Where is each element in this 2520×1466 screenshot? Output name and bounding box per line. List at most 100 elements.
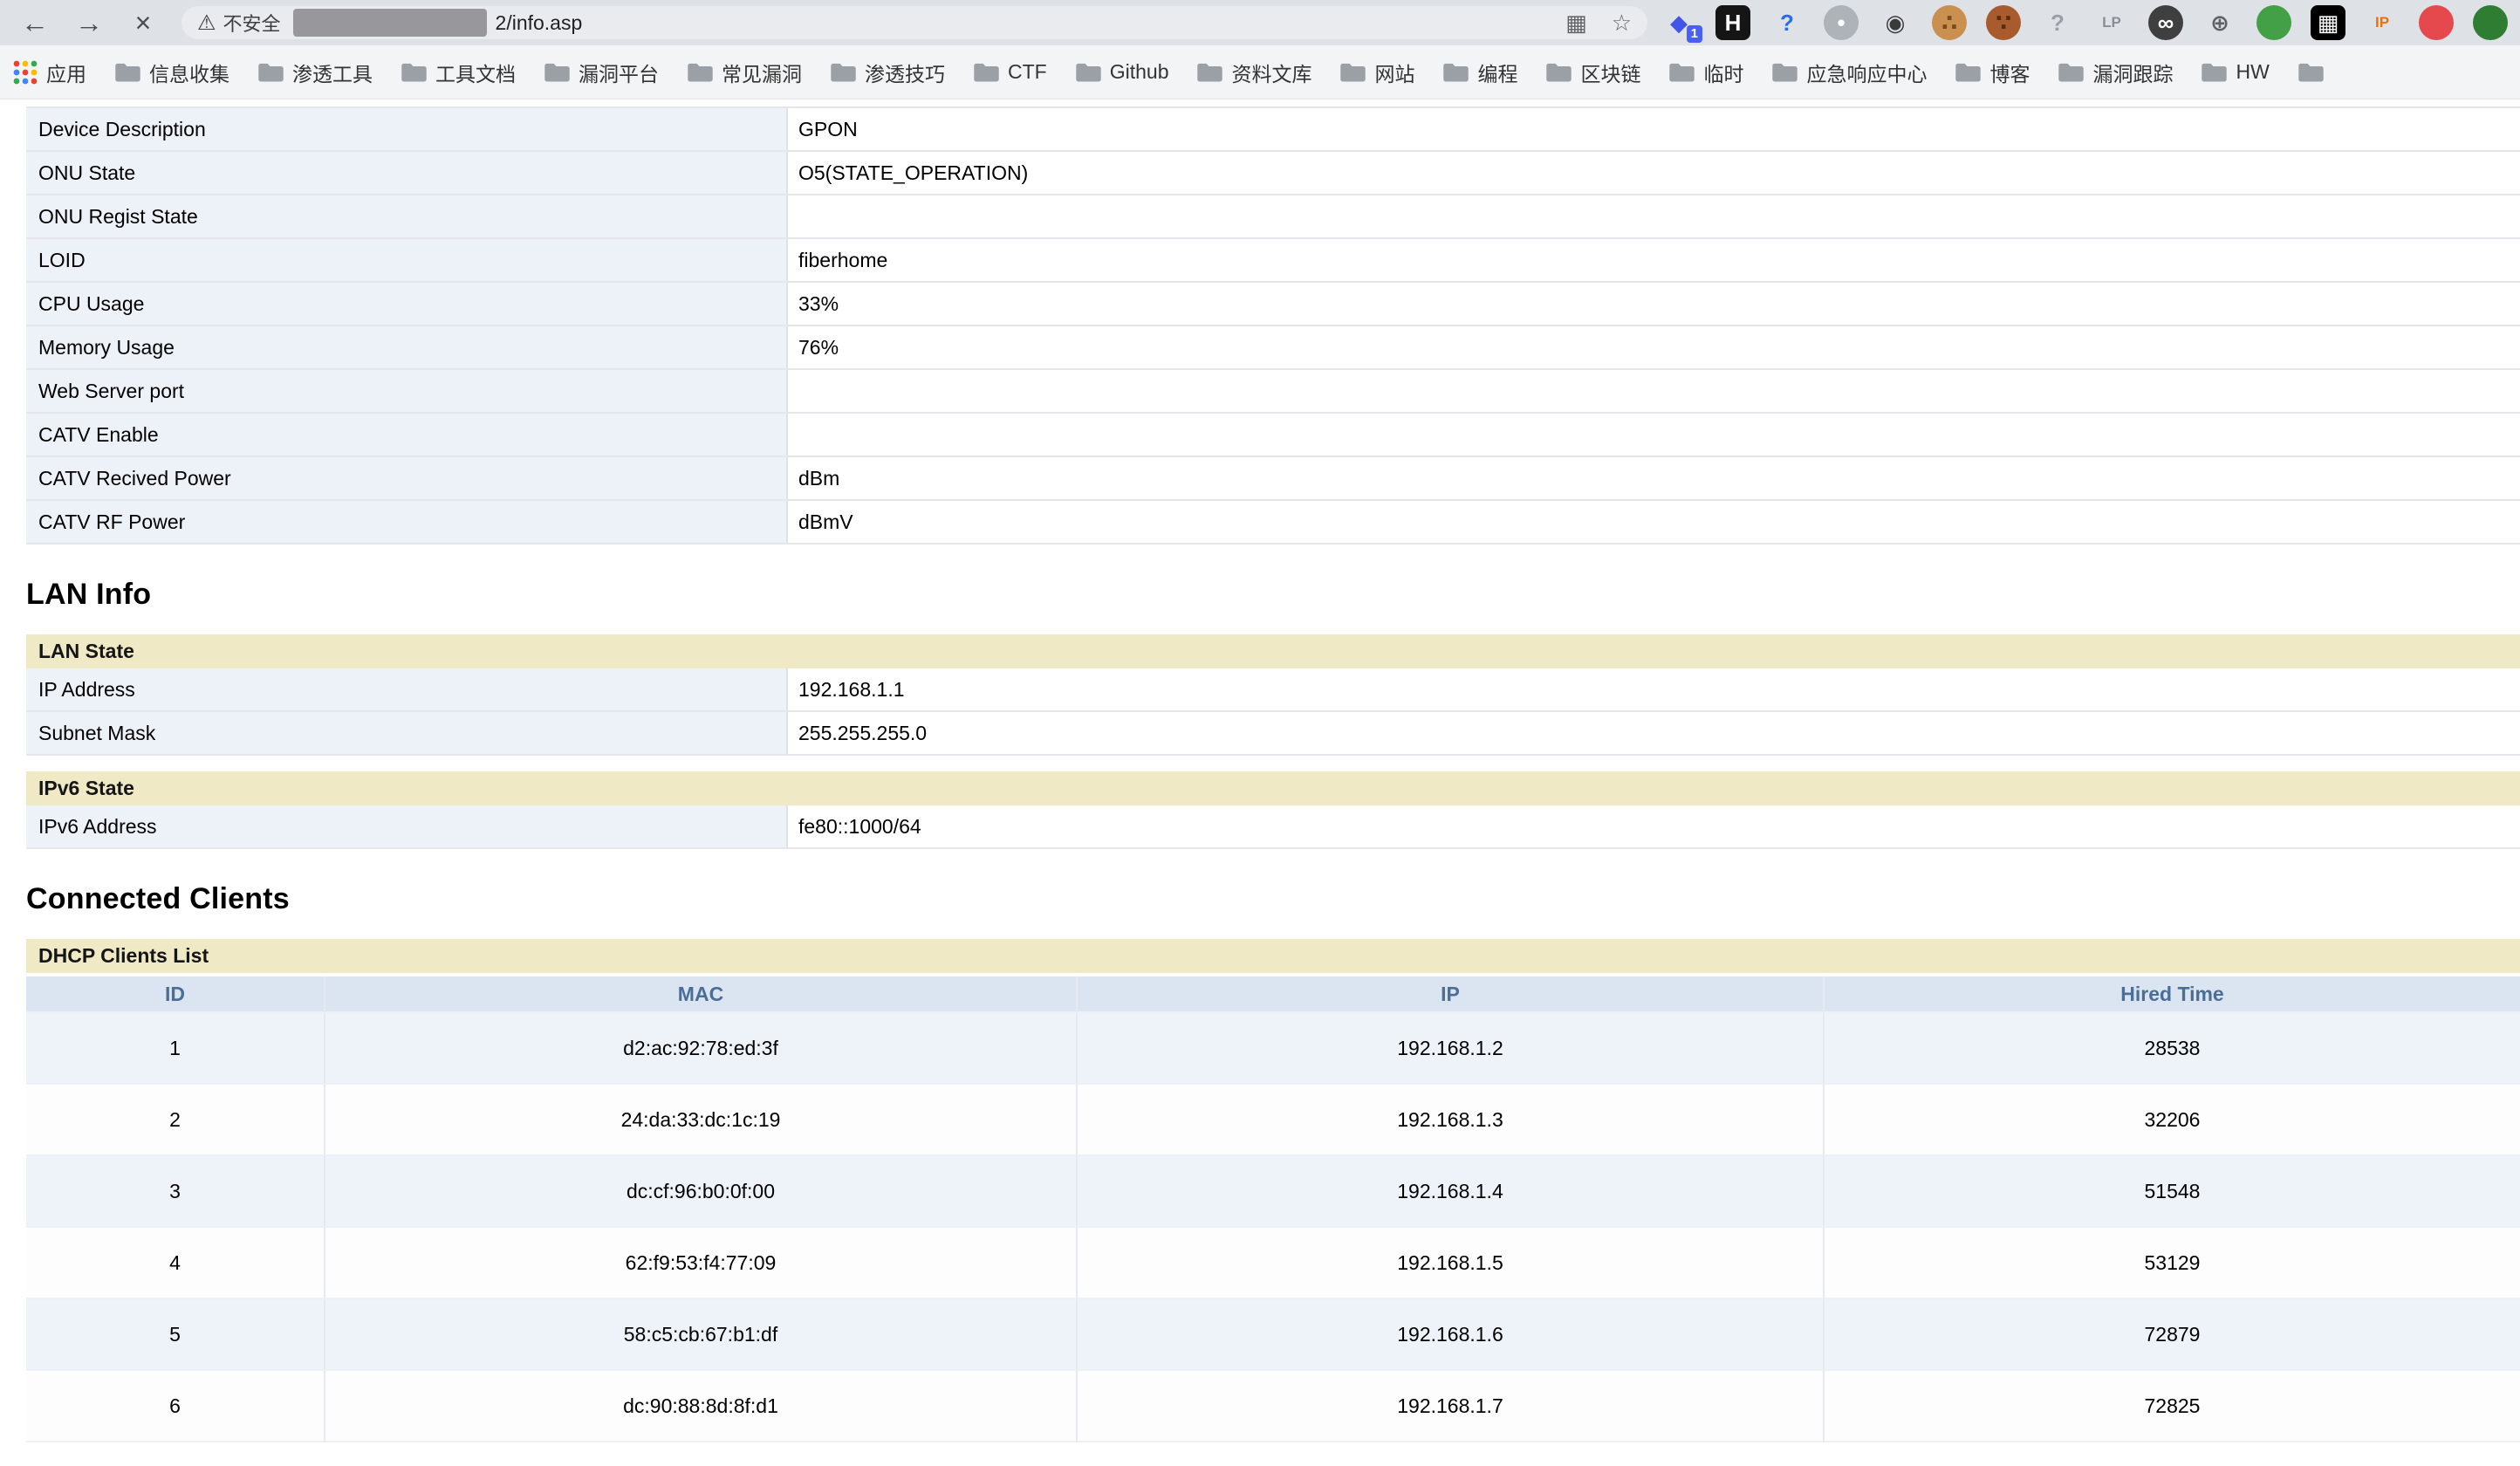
bookmark-label: 应用 [46,58,86,87]
lastpass-extension-icon[interactable]: LP [2094,5,2129,40]
bookmarks-bar-items: 应用信息收集渗透工具工具文档 漏洞平台常见漏洞渗透技巧 CTF Github 资料文库 网… [0,45,2520,99]
extension-glyph: ▦ [2318,10,2339,37]
dhcp-cell: 72825 [1825,1371,2520,1442]
info-row-label: Memory Usage [26,326,788,368]
forward-button[interactable]: → [65,0,113,45]
bookmark-folder-6[interactable]: 渗透技巧 [830,58,945,87]
extension-glyph: ⊕ [2210,10,2229,37]
bookmark-folder-16[interactable]: 漏洞跟踪 [2058,58,2173,87]
dhcp-table: IDMACIPHired Time 1d2:ac:92:78:ed:3f192.… [26,976,2520,1442]
bookmark-folder-8[interactable]: Github [1075,60,1169,84]
bookmark-label: 应急响应中心 [1806,58,1927,87]
bookmark-folder-4[interactable]: 漏洞平台 [544,58,659,87]
record-red-extension-icon[interactable] [2419,5,2454,40]
bookmark-apps[interactable]: 应用 [12,58,86,87]
back-button[interactable]: ← [10,0,59,45]
info-row: CATV Enable [26,414,2520,457]
dhcp-cell: 53129 [1825,1228,2520,1299]
lan-table: IP Address192.168.1.1Subnet Mask255.255.… [26,668,2520,756]
bookmark-folder-3[interactable]: 工具文档 [401,58,516,87]
globe-extension-icon[interactable]: ⊕ [2202,5,2237,40]
extension-glyph: ∵ [1996,10,2011,37]
extensions-area: ◆1 H? • ◉ ∴ ∵? LP ∞ ⊕ ▦ IP [1661,5,2508,40]
connected-clients-heading: Connected Clients [26,882,2520,916]
extension-glyph: • [1837,10,1845,37]
device-info-table: Device DescriptionGPONONU StateO5(STATE_… [26,106,2520,545]
bookmark-folder-12[interactable]: 区块链 [1545,58,1640,87]
folder-icon [1955,61,1982,83]
bookmark-folder-2[interactable]: 渗透工具 [257,58,373,87]
bookmark-folder-1[interactable]: 信息收集 [114,58,229,87]
info-row-value: 192.168.1.1 [788,668,2520,710]
dhcp-cell: d2:ac:92:78:ed:3f [325,1013,1078,1085]
cookie-editor-extension-icon[interactable]: ∵ [1986,5,2021,40]
bookmark-folder-10[interactable]: 网站 [1339,58,1414,87]
help-gray-extension-icon[interactable]: ? [2040,5,2075,40]
folder-icon [2297,61,2325,83]
info-row: Memory Usage76% [26,326,2520,370]
bookmark-label: 网站 [1374,58,1414,87]
bookmark-folder-7[interactable]: CTF [973,60,1047,84]
folder-icon [2201,61,2228,83]
bookmark-label: 编程 [1477,58,1517,87]
info-row-label: CATV RF Power [26,501,788,543]
folder-icon [1442,61,1469,83]
dhcp-cell: 32206 [1825,1085,2520,1156]
proxy-goggles-extension-icon[interactable]: ∞ [2148,5,2183,40]
ring-extension-icon[interactable]: ◉ [1878,5,1913,40]
info-row: ONU Regist State [26,195,2520,239]
qr-grid-icon[interactable]: ▦ [1565,10,1587,37]
hackbar-extension-icon[interactable]: H [1715,5,1750,40]
dhcp-header-cell: ID [26,976,325,1013]
security-label[interactable]: 不安全 [223,9,281,37]
bookmark-label: 博客 [1989,58,2030,87]
omnibox-address-bar[interactable]: ⚠ 不安全 2/info.asp ▦ ☆ [181,6,1647,39]
info-row-value: dBmV [788,501,2520,543]
bookmark-label: Github [1110,60,1169,84]
clipped-edge-extension-icon[interactable] [2473,5,2508,40]
extension-glyph: ? [1780,10,1794,37]
folder-icon [114,61,141,83]
bookmark-label: 漏洞平台 [579,58,659,87]
folder-icon [401,61,428,83]
cookie-extension-icon[interactable]: ∴ [1932,5,1967,40]
dhcp-cell: 192.168.1.2 [1078,1013,1825,1085]
help-blue-extension-icon[interactable]: ? [1770,5,1804,40]
bookmark-folder-17[interactable]: HW [2201,60,2269,84]
bookmark-folder-13[interactable]: 临时 [1668,58,1743,87]
folder-icon [1545,61,1572,83]
info-row: Web Server port [26,370,2520,414]
table-row: 462:f9:53:f4:77:09192.168.1.553129 [26,1228,2520,1299]
stop-button[interactable]: × [119,0,168,45]
url-text[interactable]: 2/info.asp [496,11,583,35]
section-header: IPv6 State [26,771,2520,805]
folder-icon [2058,61,2085,83]
section-header: LAN State [26,634,2520,668]
bookmark-folder-5[interactable]: 常见漏洞 [687,58,802,87]
folder-icon [257,61,284,83]
password-manager-extension-icon[interactable]: ◆1 [1661,5,1696,40]
qr-code-extension-icon[interactable]: ▦ [2311,5,2345,40]
dhcp-cell: 1 [26,1013,325,1085]
key-extension-icon[interactable]: • [1824,5,1859,40]
bookmark-folder-9[interactable]: 资料文库 [1196,58,1311,87]
ip-extension-icon[interactable]: IP [2365,5,2400,40]
table-row: 1d2:ac:92:78:ed:3f192.168.1.228538 [26,1013,2520,1085]
folder-icon [687,61,714,83]
extension-glyph: ∞ [2158,10,2174,37]
bookmark-folder-15[interactable]: 博客 [1955,58,2030,87]
green-extension-icon[interactable] [2256,5,2291,40]
info-row-value [788,414,2520,456]
info-row-label: CATV Enable [26,414,788,456]
folder-icon [1196,61,1223,83]
dhcp-cell: 28538 [1825,1013,2520,1085]
bookmark-star-icon[interactable]: ☆ [1612,10,1632,37]
info-row-label: Web Server port [26,370,788,412]
bookmark-folder-18[interactable] [2297,61,2325,83]
bookmark-folder-14[interactable]: 应急响应中心 [1771,58,1927,87]
bookmark-folder-11[interactable]: 编程 [1442,58,1517,87]
security-warning-icon[interactable]: ⚠ [197,10,216,36]
dhcp-list-title: DHCP Clients List [26,939,2520,973]
dhcp-cell: 6 [26,1371,325,1442]
dhcp-table-body: 1d2:ac:92:78:ed:3f192.168.1.228538224:da… [26,1013,2520,1442]
